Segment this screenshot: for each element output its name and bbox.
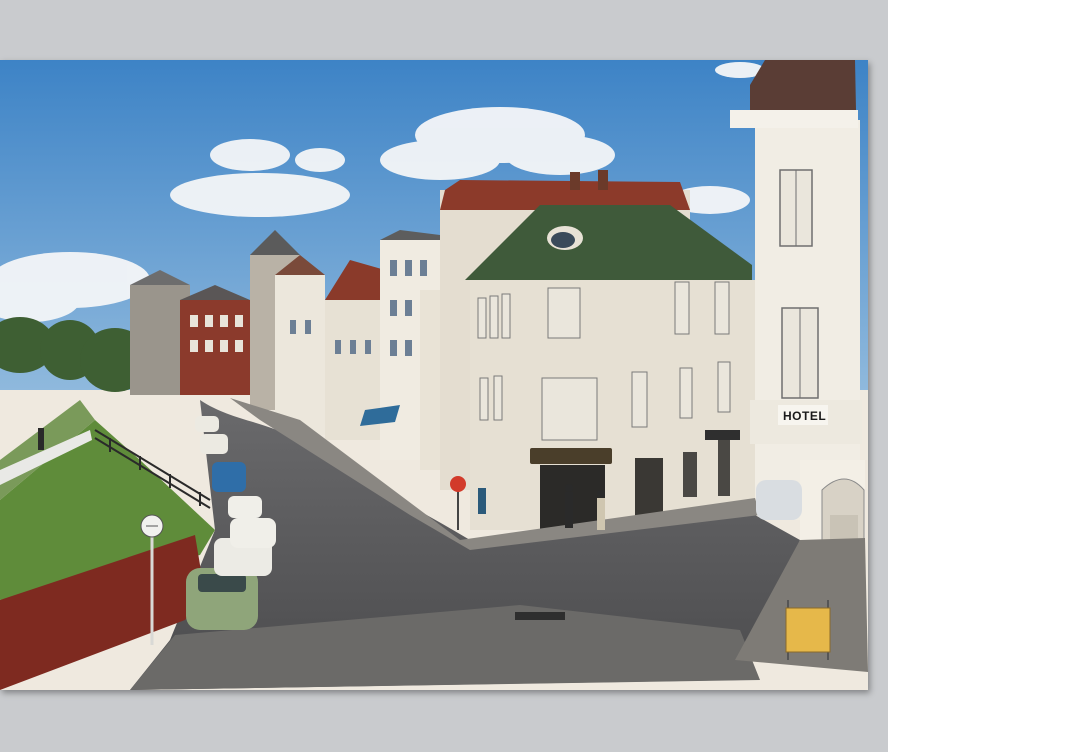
- corner-building: [465, 205, 755, 530]
- postcard-photo: HOTEL: [0, 60, 868, 690]
- street-scene: HOTEL: [0, 60, 868, 690]
- drain-cover: [515, 612, 565, 620]
- direction-sign: [785, 600, 831, 660]
- no-entry-sign: [450, 476, 466, 530]
- hotel-sign: HOTEL: [783, 409, 826, 423]
